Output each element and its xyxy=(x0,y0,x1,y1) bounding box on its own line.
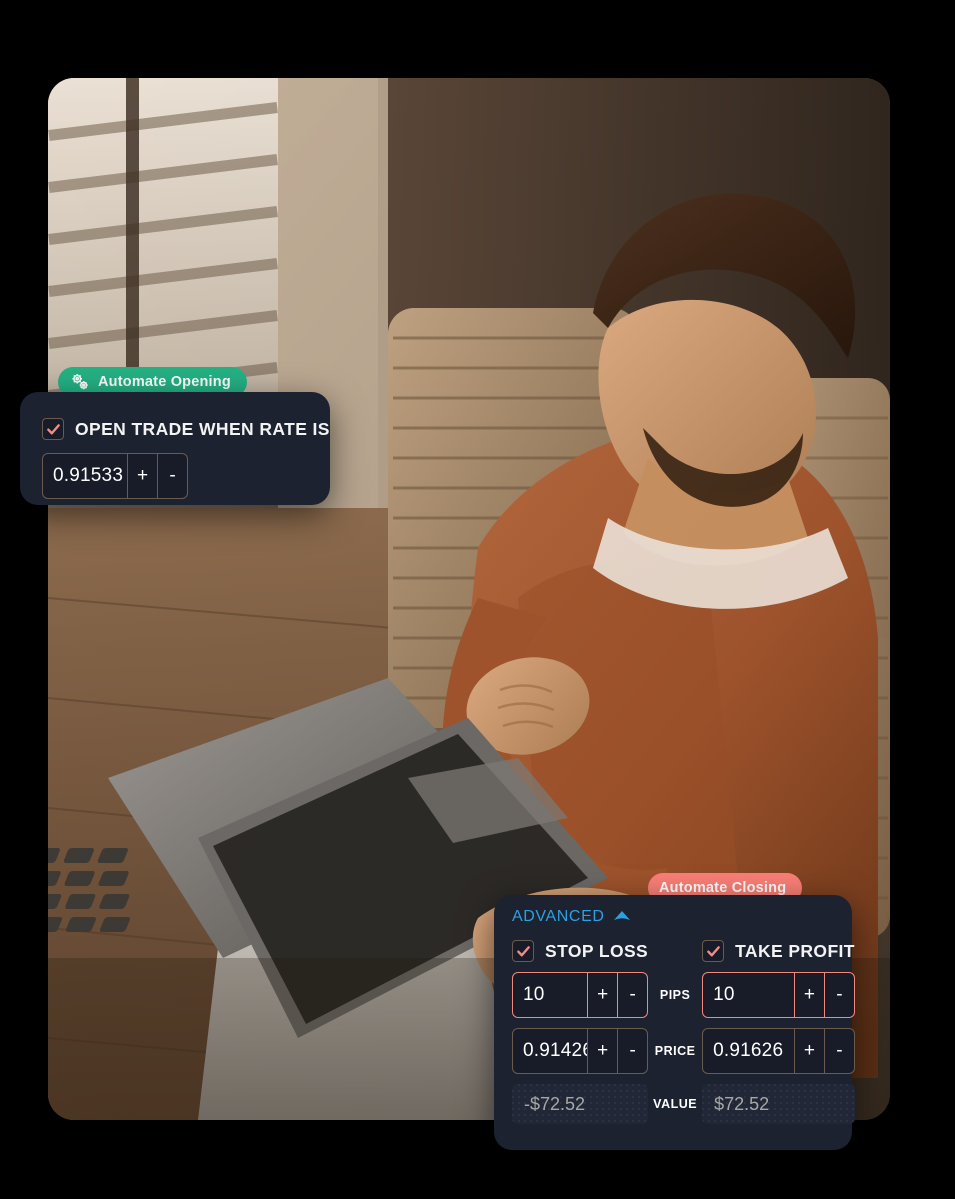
stop-loss-pips-stepper[interactable]: 10 + - xyxy=(512,972,649,1018)
stop-loss-pips-value[interactable]: 10 xyxy=(513,973,587,1017)
gears-icon xyxy=(69,371,91,393)
screenshot-root: Automate Opening OPEN TRADE WHEN RATE IS… xyxy=(0,0,955,1199)
pips-row-label-cell: PIPS xyxy=(648,988,702,1002)
check-icon xyxy=(706,945,720,956)
closing-fields-grid: STOP LOSS TAKE PROFIT 10 + - PIPS 10 + -… xyxy=(512,940,855,1124)
open-trade-checkbox-row[interactable]: OPEN TRADE WHEN RATE IS xyxy=(42,418,329,440)
open-trade-checkbox[interactable] xyxy=(42,418,64,440)
price-row-label-cell: PRICE xyxy=(648,1044,702,1058)
take-profit-pips-value[interactable]: 10 xyxy=(703,973,794,1017)
open-rate-decrement-button[interactable]: - xyxy=(157,454,187,498)
open-rate-value[interactable]: 0.91533 xyxy=(43,454,127,498)
take-profit-pips-increment-button[interactable]: + xyxy=(793,973,824,1017)
take-profit-price-value[interactable]: 0.91626 xyxy=(703,1029,794,1073)
open-trade-label: OPEN TRADE WHEN RATE IS xyxy=(75,418,330,439)
stop-loss-checkbox[interactable] xyxy=(512,940,534,962)
take-profit-price-decrement-button[interactable]: - xyxy=(823,1029,854,1073)
pips-row-label: PIPS xyxy=(659,988,691,1002)
take-profit-pips-stepper[interactable]: 10 + - xyxy=(702,972,855,1018)
stop-loss-price-decrement-button[interactable]: - xyxy=(617,1029,647,1073)
check-icon xyxy=(516,945,530,956)
stop-loss-checkbox-row[interactable]: STOP LOSS xyxy=(512,940,648,962)
take-profit-checkbox[interactable] xyxy=(702,940,725,962)
automate-opening-panel: OPEN TRADE WHEN RATE IS 0.91533 + - xyxy=(20,392,330,505)
advanced-label: ADVANCED xyxy=(512,908,605,925)
stop-loss-price-stepper[interactable]: 0.91426 + - xyxy=(512,1028,649,1074)
check-icon xyxy=(46,423,60,434)
automate-closing-badge-label: Automate Closing xyxy=(659,879,787,896)
take-profit-value-display: $72.52 xyxy=(702,1084,855,1124)
take-profit-checkbox-row[interactable]: TAKE PROFIT xyxy=(702,940,855,962)
automate-closing-panel: ADVANCED STOP LOSS TAKE PROFIT 10 + - PI… xyxy=(494,895,855,1150)
stop-loss-value-display: -$72.52 xyxy=(512,1084,648,1124)
stop-loss-price-increment-button[interactable]: + xyxy=(587,1029,617,1073)
take-profit-label: TAKE PROFIT xyxy=(735,940,855,961)
advanced-toggle[interactable]: ADVANCED xyxy=(512,908,834,926)
stop-loss-price-value[interactable]: 0.91426 xyxy=(513,1029,587,1073)
chevron-up-icon xyxy=(613,908,631,926)
stop-loss-pips-increment-button[interactable]: + xyxy=(587,973,617,1017)
price-row-label: PRICE xyxy=(654,1044,696,1058)
take-profit-pips-decrement-button[interactable]: - xyxy=(823,973,854,1017)
automate-opening-badge-label: Automate Opening xyxy=(98,373,231,390)
stop-loss-label: STOP LOSS xyxy=(545,940,649,961)
value-row-label-cell: VALUE xyxy=(648,1097,702,1111)
take-profit-price-increment-button[interactable]: + xyxy=(793,1029,824,1073)
stop-loss-pips-decrement-button[interactable]: - xyxy=(617,973,647,1017)
value-row-label: VALUE xyxy=(653,1097,698,1111)
open-rate-increment-button[interactable]: + xyxy=(127,454,157,498)
take-profit-price-stepper[interactable]: 0.91626 + - xyxy=(702,1028,855,1074)
open-rate-stepper[interactable]: 0.91533 + - xyxy=(42,453,188,499)
